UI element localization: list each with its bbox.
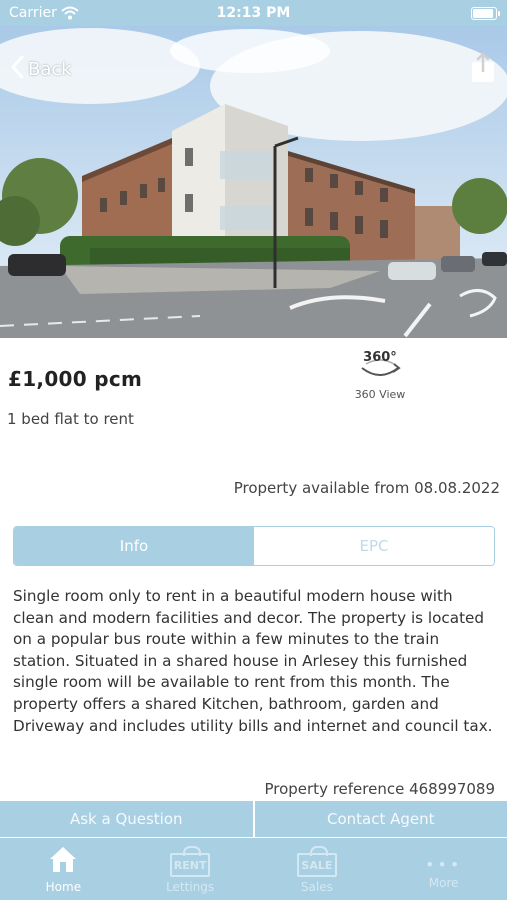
view-360-label: 360 View — [354, 388, 406, 401]
property-reference: Property reference 468997089 — [264, 780, 495, 798]
battery-icon — [471, 7, 500, 20]
status-bar: Carrier 12:13 PM — [0, 0, 507, 26]
share-icon — [470, 52, 496, 88]
availability-date: Property available from 08.08.2022 — [233, 479, 500, 497]
tabbar-home[interactable]: Home — [0, 838, 127, 900]
rotate-360-icon-text: 360° — [363, 350, 397, 365]
share-button[interactable] — [470, 52, 496, 88]
sale-sign-icon: SALE — [296, 846, 337, 877]
rent-sign-icon: RENT — [170, 846, 211, 877]
price-label: £1,000 pcm — [8, 367, 143, 391]
tab-info[interactable]: Info — [14, 527, 254, 565]
tabbar-more-label: More — [428, 876, 459, 890]
property-description: Single room only to rent in a beautiful … — [13, 587, 493, 735]
chevron-left-icon — [10, 55, 24, 84]
property-photo — [0, 26, 507, 338]
tabbar-lettings-label: Lettings — [166, 880, 215, 894]
info-epc-tabs: Info EPC — [13, 526, 495, 566]
back-button[interactable]: Back — [10, 55, 72, 84]
contact-agent-button[interactable]: Contact Agent — [254, 801, 507, 837]
rotate-360-icon: 360° — [358, 348, 402, 382]
bottom-tab-bar: Home RENT Lettings SALE Sales ••• More — [0, 838, 507, 900]
tabbar-more[interactable]: ••• More — [380, 838, 507, 900]
back-label: Back — [28, 59, 72, 80]
tab-epc[interactable]: EPC — [254, 527, 494, 565]
tabbar-sales-label: Sales — [300, 880, 333, 894]
ask-question-button[interactable]: Ask a Question — [0, 801, 253, 837]
property-type-label: 1 bed flat to rent — [7, 410, 134, 428]
clock: 12:13 PM — [216, 5, 291, 21]
tabbar-lettings[interactable]: RENT Lettings — [127, 838, 254, 900]
ellipsis-icon: ••• — [424, 855, 463, 874]
tabbar-sales[interactable]: SALE Sales — [254, 838, 381, 900]
view-360-button[interactable]: 360° 360 View — [346, 348, 414, 401]
action-bar: Ask a Question Contact Agent — [0, 801, 507, 837]
tabbar-home-label: Home — [45, 880, 82, 894]
house-icon — [48, 845, 78, 877]
